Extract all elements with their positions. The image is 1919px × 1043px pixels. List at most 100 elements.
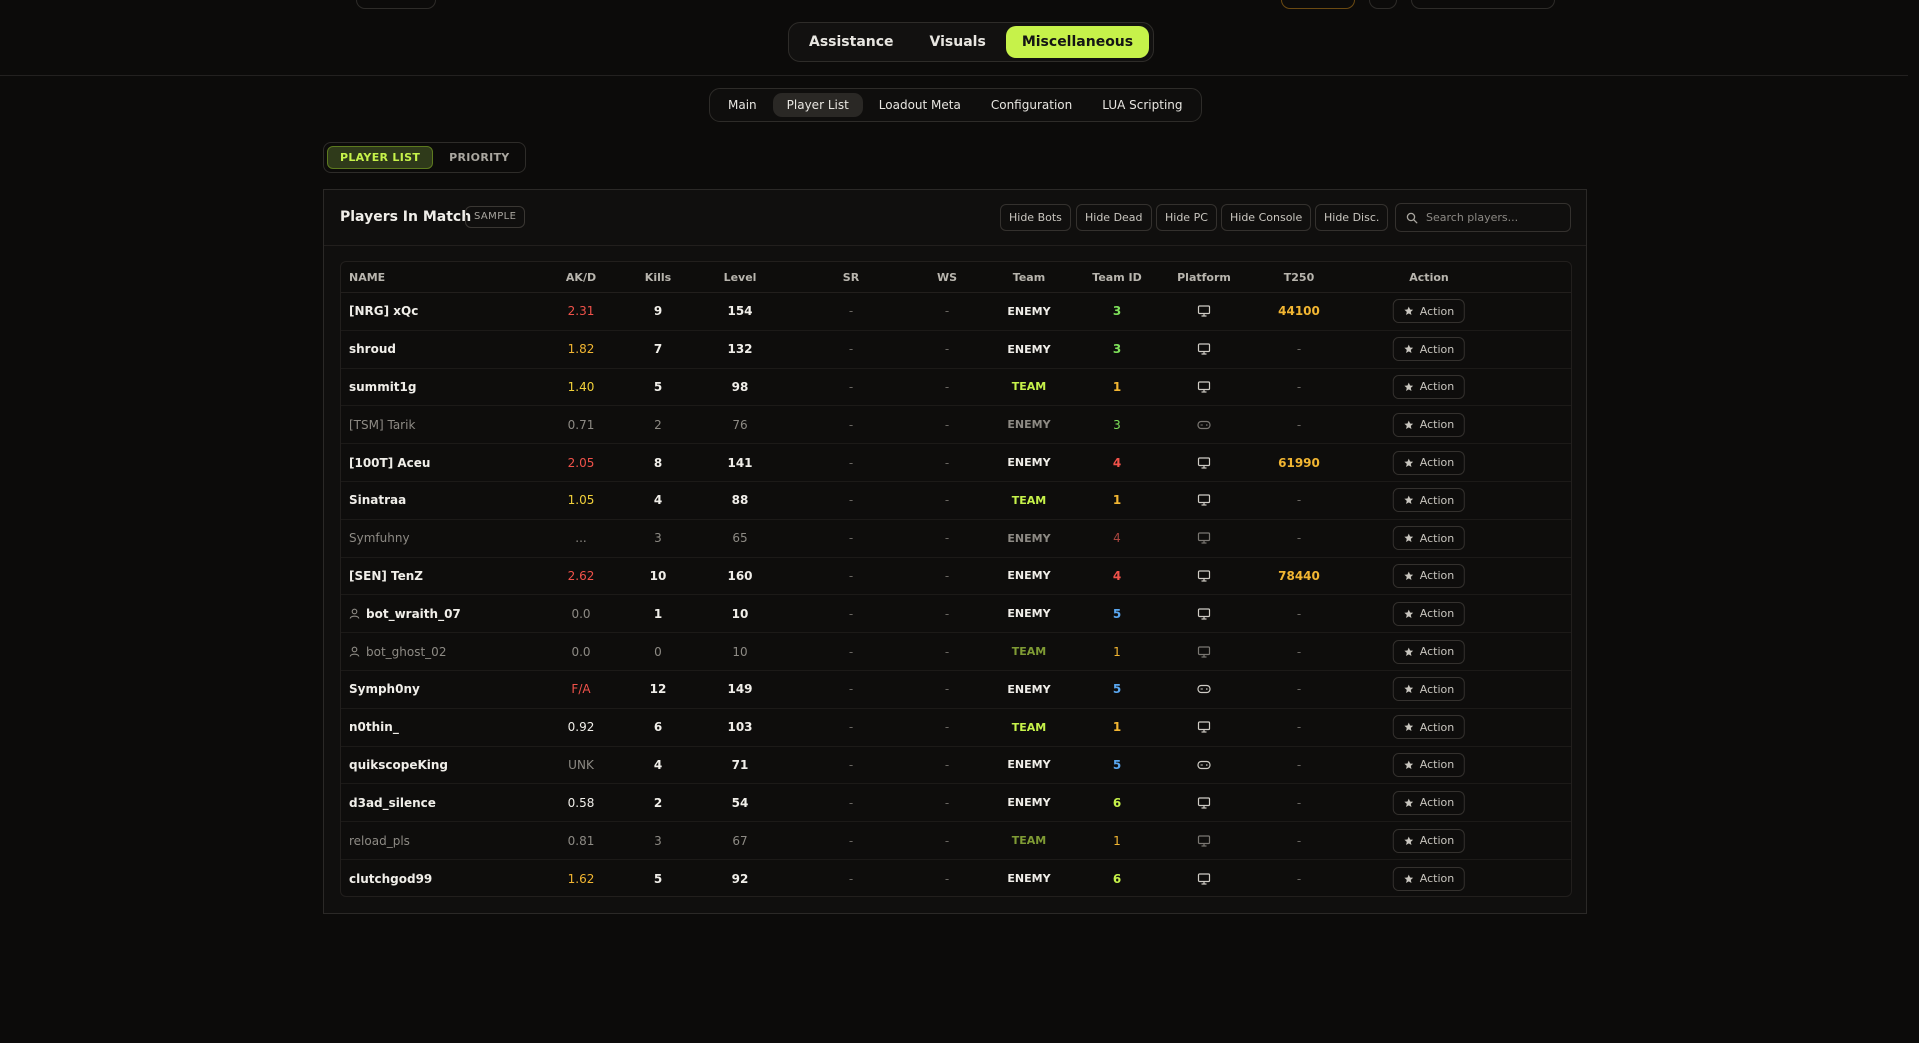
top-left-button-fragment[interactable] <box>356 0 436 9</box>
kills-value: 4 <box>653 757 663 772</box>
star-icon <box>1404 798 1414 808</box>
player-name[interactable]: Sinatraa <box>349 493 406 507</box>
player-name[interactable]: bot_ghost_02 <box>366 645 446 659</box>
tab-visuals[interactable]: Visuals <box>914 26 1002 58</box>
player-name[interactable]: [100T] Aceu <box>349 456 430 470</box>
subtab-player-list[interactable]: Player List <box>772 93 863 117</box>
search-icon <box>1406 212 1418 224</box>
filter-hide-disc[interactable]: Hide Disc. <box>1315 204 1389 231</box>
akd-value: 0.71 <box>567 417 595 432</box>
filter-hide-dead[interactable]: Hide Dead <box>1076 204 1152 231</box>
player-name[interactable]: bot_wraith_07 <box>366 607 461 621</box>
action-button[interactable]: Action <box>1392 526 1466 551</box>
level-value: 54 <box>731 795 749 810</box>
action-button[interactable]: Action <box>1392 752 1466 777</box>
ws-value: - <box>944 304 950 319</box>
player-name[interactable]: clutchgod99 <box>349 872 432 886</box>
toggle-priority[interactable]: PRIORITY <box>437 146 521 169</box>
tab-miscellaneous[interactable]: Miscellaneous <box>1005 26 1150 58</box>
action-button[interactable]: Action <box>1392 639 1466 664</box>
star-icon <box>1404 344 1414 354</box>
subtab-main[interactable]: Main <box>714 93 771 117</box>
player-name-cell: d3ad_silence <box>349 784 436 821</box>
t250-value: - <box>1296 682 1302 697</box>
action-button[interactable]: Action <box>1392 715 1466 740</box>
action-button[interactable]: Action <box>1392 337 1466 362</box>
action-label: Action <box>1419 720 1455 734</box>
star-icon <box>1404 760 1414 770</box>
player-name[interactable]: d3ad_silence <box>349 796 436 810</box>
search-input[interactable] <box>1426 211 1556 224</box>
subtab-loadout-meta[interactable]: Loadout Meta <box>865 93 975 117</box>
filter-hide-bots[interactable]: Hide Bots <box>1000 204 1071 231</box>
akd-value: 0.81 <box>567 833 595 848</box>
filter-hide-console[interactable]: Hide Console <box>1221 204 1312 231</box>
sample-badge: SAMPLE <box>465 206 526 228</box>
column-header-team-id: Team ID <box>1092 270 1142 284</box>
table-row: bot_ghost_02 0.0 0 10 - - TEAM 1 - Action <box>341 633 1571 671</box>
action-button[interactable]: Action <box>1392 450 1466 475</box>
sr-value: - <box>848 795 854 810</box>
tab-assistance[interactable]: Assistance <box>793 26 910 58</box>
sr-value: - <box>848 304 854 319</box>
player-name[interactable]: Symfuhny <box>349 531 410 545</box>
akd-value: 1.82 <box>567 342 595 357</box>
top-accent-button-fragment[interactable] <box>1281 0 1355 9</box>
action-button[interactable]: Action <box>1392 412 1466 437</box>
top-icon-button-fragment[interactable] <box>1369 0 1397 9</box>
action-button[interactable]: Action <box>1392 828 1466 853</box>
column-header-platform: Platform <box>1177 270 1231 284</box>
akd-value: 2.62 <box>567 568 595 583</box>
top-right-input-fragment[interactable] <box>1411 0 1555 9</box>
toggle-player-list[interactable]: PLAYER LIST <box>327 146 434 169</box>
star-icon <box>1404 684 1414 694</box>
action-cell: Action <box>1392 633 1466 670</box>
pc-monitor-icon <box>1197 860 1211 896</box>
action-button[interactable]: Action <box>1392 601 1466 626</box>
sr-value: - <box>848 455 854 470</box>
pc-monitor-icon <box>1197 709 1211 746</box>
action-button[interactable]: Action <box>1392 563 1466 588</box>
team-label: ENEMY <box>1007 456 1051 470</box>
kills-value: 10 <box>649 568 667 583</box>
action-label: Action <box>1419 493 1455 507</box>
kills-value: 0 <box>654 644 662 659</box>
t250-value: - <box>1296 606 1302 621</box>
star-icon <box>1404 722 1414 732</box>
action-button[interactable]: Action <box>1392 790 1466 815</box>
ws-value: - <box>944 493 950 508</box>
table-row: Symfuhny... 3 65 - - ENEMY 4 - Action <box>341 520 1571 558</box>
player-name[interactable]: n0thin_ <box>349 720 399 734</box>
action-button[interactable]: Action <box>1392 488 1466 513</box>
player-name[interactable]: [SEN] TenZ <box>349 569 423 583</box>
kills-value: 8 <box>653 455 663 470</box>
action-button[interactable]: Action <box>1392 866 1466 891</box>
action-button[interactable]: Action <box>1392 299 1466 324</box>
kills-value: 1 <box>653 606 663 621</box>
pc-monitor-icon <box>1197 444 1211 481</box>
action-button[interactable]: Action <box>1392 677 1466 702</box>
player-name-cell: n0thin_ <box>349 709 399 746</box>
team-id-value: 6 <box>1112 871 1122 886</box>
filter-hide-pc[interactable]: Hide PC <box>1156 204 1217 231</box>
subtab-lua-scripting[interactable]: LUA Scripting <box>1088 93 1196 117</box>
player-name[interactable]: reload_pls <box>349 834 410 848</box>
player-name[interactable]: quikscopeKing <box>349 758 448 772</box>
player-name[interactable]: shroud <box>349 342 396 356</box>
action-label: Action <box>1419 569 1455 583</box>
player-name[interactable]: Symph0ny <box>349 682 420 696</box>
subtab-configuration[interactable]: Configuration <box>977 93 1086 117</box>
t250-value: - <box>1296 531 1302 546</box>
action-label: Action <box>1419 872 1455 886</box>
table-row: [SEN] TenZ 2.62 10 160 - - ENEMY 4 78440 Action <box>341 558 1571 596</box>
sr-value: - <box>848 417 854 432</box>
star-icon <box>1404 458 1414 468</box>
team-label: TEAM <box>1011 645 1047 659</box>
action-button[interactable]: Action <box>1392 374 1466 399</box>
player-name[interactable]: [NRG] xQc <box>349 304 418 318</box>
player-name[interactable]: [TSM] Tarik <box>349 418 415 432</box>
player-name[interactable]: summit1g <box>349 380 416 394</box>
akd-value: 1.62 <box>567 871 595 886</box>
ws-value: - <box>944 682 950 697</box>
team-id-value: 4 <box>1112 568 1122 583</box>
